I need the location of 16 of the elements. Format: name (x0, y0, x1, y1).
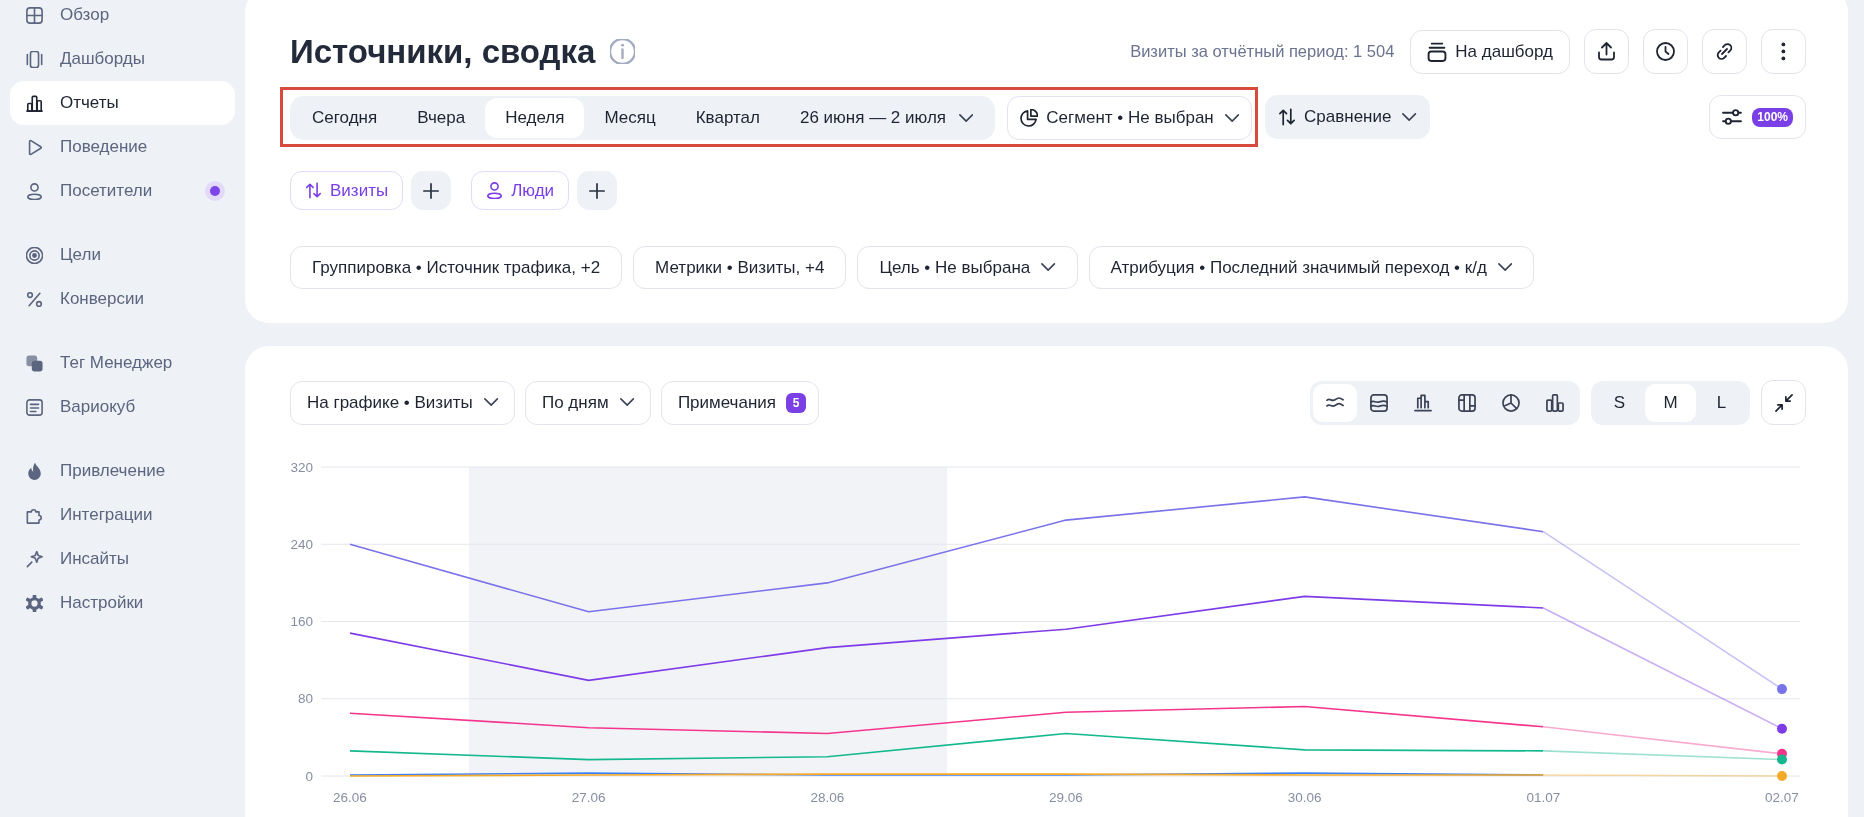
x-axis-label: 26.06 (333, 790, 367, 805)
x-axis-label: 29.06 (1049, 790, 1083, 805)
page-title: Источники, сводка (290, 32, 596, 72)
y-axis-label: 0 (305, 768, 313, 784)
count-badge: 5 (786, 392, 807, 413)
x-axis-label: 30.06 (1287, 790, 1322, 805)
y-axis-label: 160 (290, 614, 313, 629)
visits-summary: Визиты за отчётный период: 1 504 (1130, 42, 1395, 61)
x-axis-label: 27.06 (571, 790, 606, 805)
y-axis-label: 80 (297, 691, 313, 707)
y-axis-label: 240 (290, 536, 313, 552)
x-axis-label: 28.06 (810, 790, 845, 805)
percent-badge: 100% (1752, 107, 1793, 127)
x-axis-label: 02.07 (1765, 790, 1799, 805)
y-axis-label: 320 (290, 459, 313, 475)
x-axis-label: 01.07 (1526, 790, 1561, 805)
